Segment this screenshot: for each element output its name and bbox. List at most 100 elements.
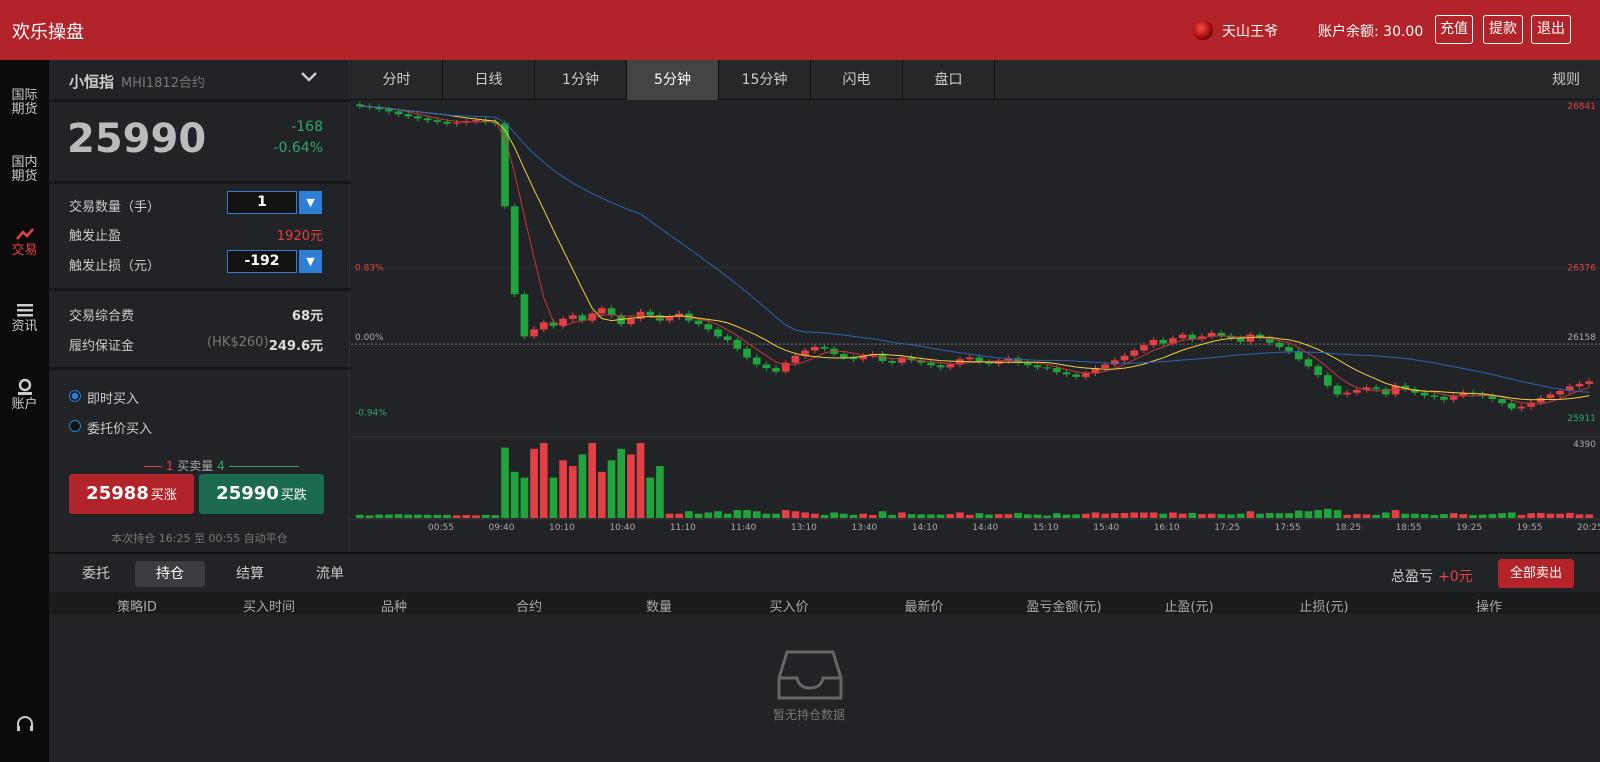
volume-bar (1372, 514, 1381, 518)
volume-bar (704, 512, 713, 518)
volume-bar (762, 513, 771, 518)
tab-orderbook[interactable]: 盘口 (903, 60, 995, 100)
stop-loss-input[interactable]: -192 (227, 250, 297, 273)
volume-bar (1507, 512, 1516, 518)
volume-bar (1149, 512, 1158, 518)
volume-bar (1401, 513, 1410, 518)
tab-flow[interactable]: 流单 (295, 561, 365, 587)
candle (1353, 389, 1361, 393)
price-label-2: 26376 (1567, 264, 1596, 274)
recharge-button[interactable]: 充值 (1435, 15, 1473, 44)
username[interactable]: 天山王爷 (1222, 21, 1278, 41)
ma30-line (359, 105, 1590, 393)
volume-bar (1585, 514, 1593, 518)
limit-buy-radio[interactable] (69, 420, 81, 432)
time-tick-label: 11:10 (670, 523, 696, 533)
instant-buy-radio[interactable] (69, 390, 81, 402)
sidebar-item-news[interactable]: 资讯 (0, 302, 49, 334)
headset-icon[interactable] (0, 715, 49, 739)
candle (530, 329, 538, 337)
tab-settlement[interactable]: 结算 (215, 561, 285, 587)
time-tick-label: 20:25 (1577, 523, 1600, 533)
tab-positions[interactable]: 持仓 (135, 561, 205, 587)
volume-bar (568, 466, 577, 518)
tab-5min[interactable]: 5分钟 (627, 60, 719, 100)
rules-link[interactable]: 规则 (1552, 60, 1580, 100)
volume-bar (714, 511, 722, 518)
col-take-profit: 止盈(元) (1164, 600, 1214, 615)
sell-all-button[interactable]: 全部卖出 (1498, 559, 1574, 588)
volume-bar (1343, 514, 1352, 518)
volume-bar (839, 513, 848, 518)
candle (1033, 365, 1042, 368)
candle (433, 120, 442, 122)
tab-daily[interactable]: 日线 (443, 60, 535, 100)
app-title: 欢乐操盘 (12, 22, 84, 43)
instrument-header[interactable]: 小恒指 MHI1812合约 (49, 60, 350, 102)
withdraw-button[interactable]: 提款 (1483, 15, 1523, 44)
logout-button[interactable]: 退出 (1531, 15, 1571, 44)
volume-bar (781, 510, 790, 518)
candle (714, 329, 722, 337)
account-balance: 账户余额: 30.00 (1318, 24, 1424, 40)
avatar[interactable] (1193, 20, 1213, 40)
price-label-high: 26841 (1567, 102, 1596, 112)
volume-bar (530, 448, 538, 518)
qty-input[interactable]: 1 (227, 191, 297, 214)
col-product: 品种 (380, 600, 407, 615)
candle (394, 111, 403, 115)
price-label-base: 26158 (1567, 333, 1596, 343)
chevron-down-icon[interactable] (300, 70, 318, 88)
volume-bar (1207, 513, 1216, 518)
volume-bar (452, 515, 461, 518)
tab-timeshare[interactable]: 分时 (351, 60, 443, 100)
volume-bar (994, 514, 1003, 518)
sidebar-item-account[interactable]: 账户 (0, 378, 49, 412)
tab-15min[interactable]: 15分钟 (719, 60, 811, 100)
col-qty: 数量 (645, 600, 672, 615)
candle (810, 346, 819, 351)
candle (936, 365, 945, 368)
volume-bar (1033, 514, 1042, 518)
buy-down-button[interactable]: 25990 买跌 (199, 474, 324, 514)
volume-bar (665, 513, 674, 518)
sidebar-item-intl-futures[interactable]: 国际 期货 (0, 89, 49, 117)
volume-bar (1217, 514, 1226, 518)
tab-1min[interactable]: 1分钟 (535, 60, 627, 100)
qty-label: 交易数量（手） (69, 200, 161, 215)
candle (1343, 392, 1352, 395)
volume-bar (1004, 514, 1013, 518)
volume-bar (1072, 514, 1080, 518)
time-tick-label: 10:10 (549, 523, 575, 533)
col-buy-price: 买入价 (769, 600, 809, 615)
pct-label-mid: 0.00% (355, 333, 384, 343)
candlestick-chart[interactable]: 0.83% 0.00% -0.94% 26841 26376 26158 25911 4390… (351, 100, 1600, 552)
user-icon (0, 378, 49, 398)
stop-loss-dropdown-button[interactable]: ▼ (299, 250, 322, 273)
candle (597, 308, 606, 314)
list-icon (0, 302, 49, 320)
qty-dropdown-button[interactable]: ▼ (299, 191, 322, 214)
volume-bar (1227, 514, 1235, 518)
volume-bar (752, 511, 761, 518)
instant-buy-label[interactable]: 即时买入 (87, 388, 139, 407)
tab-flash[interactable]: 闪电 (811, 60, 903, 100)
volume-bar (462, 515, 471, 518)
volume-bar (936, 514, 945, 518)
candle (1488, 396, 1497, 400)
volume-bar (1536, 512, 1545, 518)
volume-bar (1517, 514, 1526, 518)
time-tick-label: 15:10 (1033, 523, 1059, 533)
limit-buy-label[interactable]: 委托价买入 (87, 418, 152, 437)
trade-panel: 小恒指 MHI1812合约 25990 -168 -0.64% 交易数量（手） … (49, 60, 350, 552)
tab-orders[interactable]: 委托 (61, 561, 131, 587)
sidebar-item-domestic-futures[interactable]: 国内 期货 (0, 156, 49, 184)
volume-bar (1265, 512, 1274, 518)
candle (1052, 368, 1061, 373)
candle (1140, 345, 1148, 351)
sidebar-item-trade[interactable]: 交易 (0, 226, 49, 258)
volume-bar (723, 513, 732, 518)
volume-bar (1081, 513, 1090, 518)
volume-bar (830, 512, 838, 518)
buy-up-button[interactable]: 25988 买涨 (69, 474, 194, 514)
